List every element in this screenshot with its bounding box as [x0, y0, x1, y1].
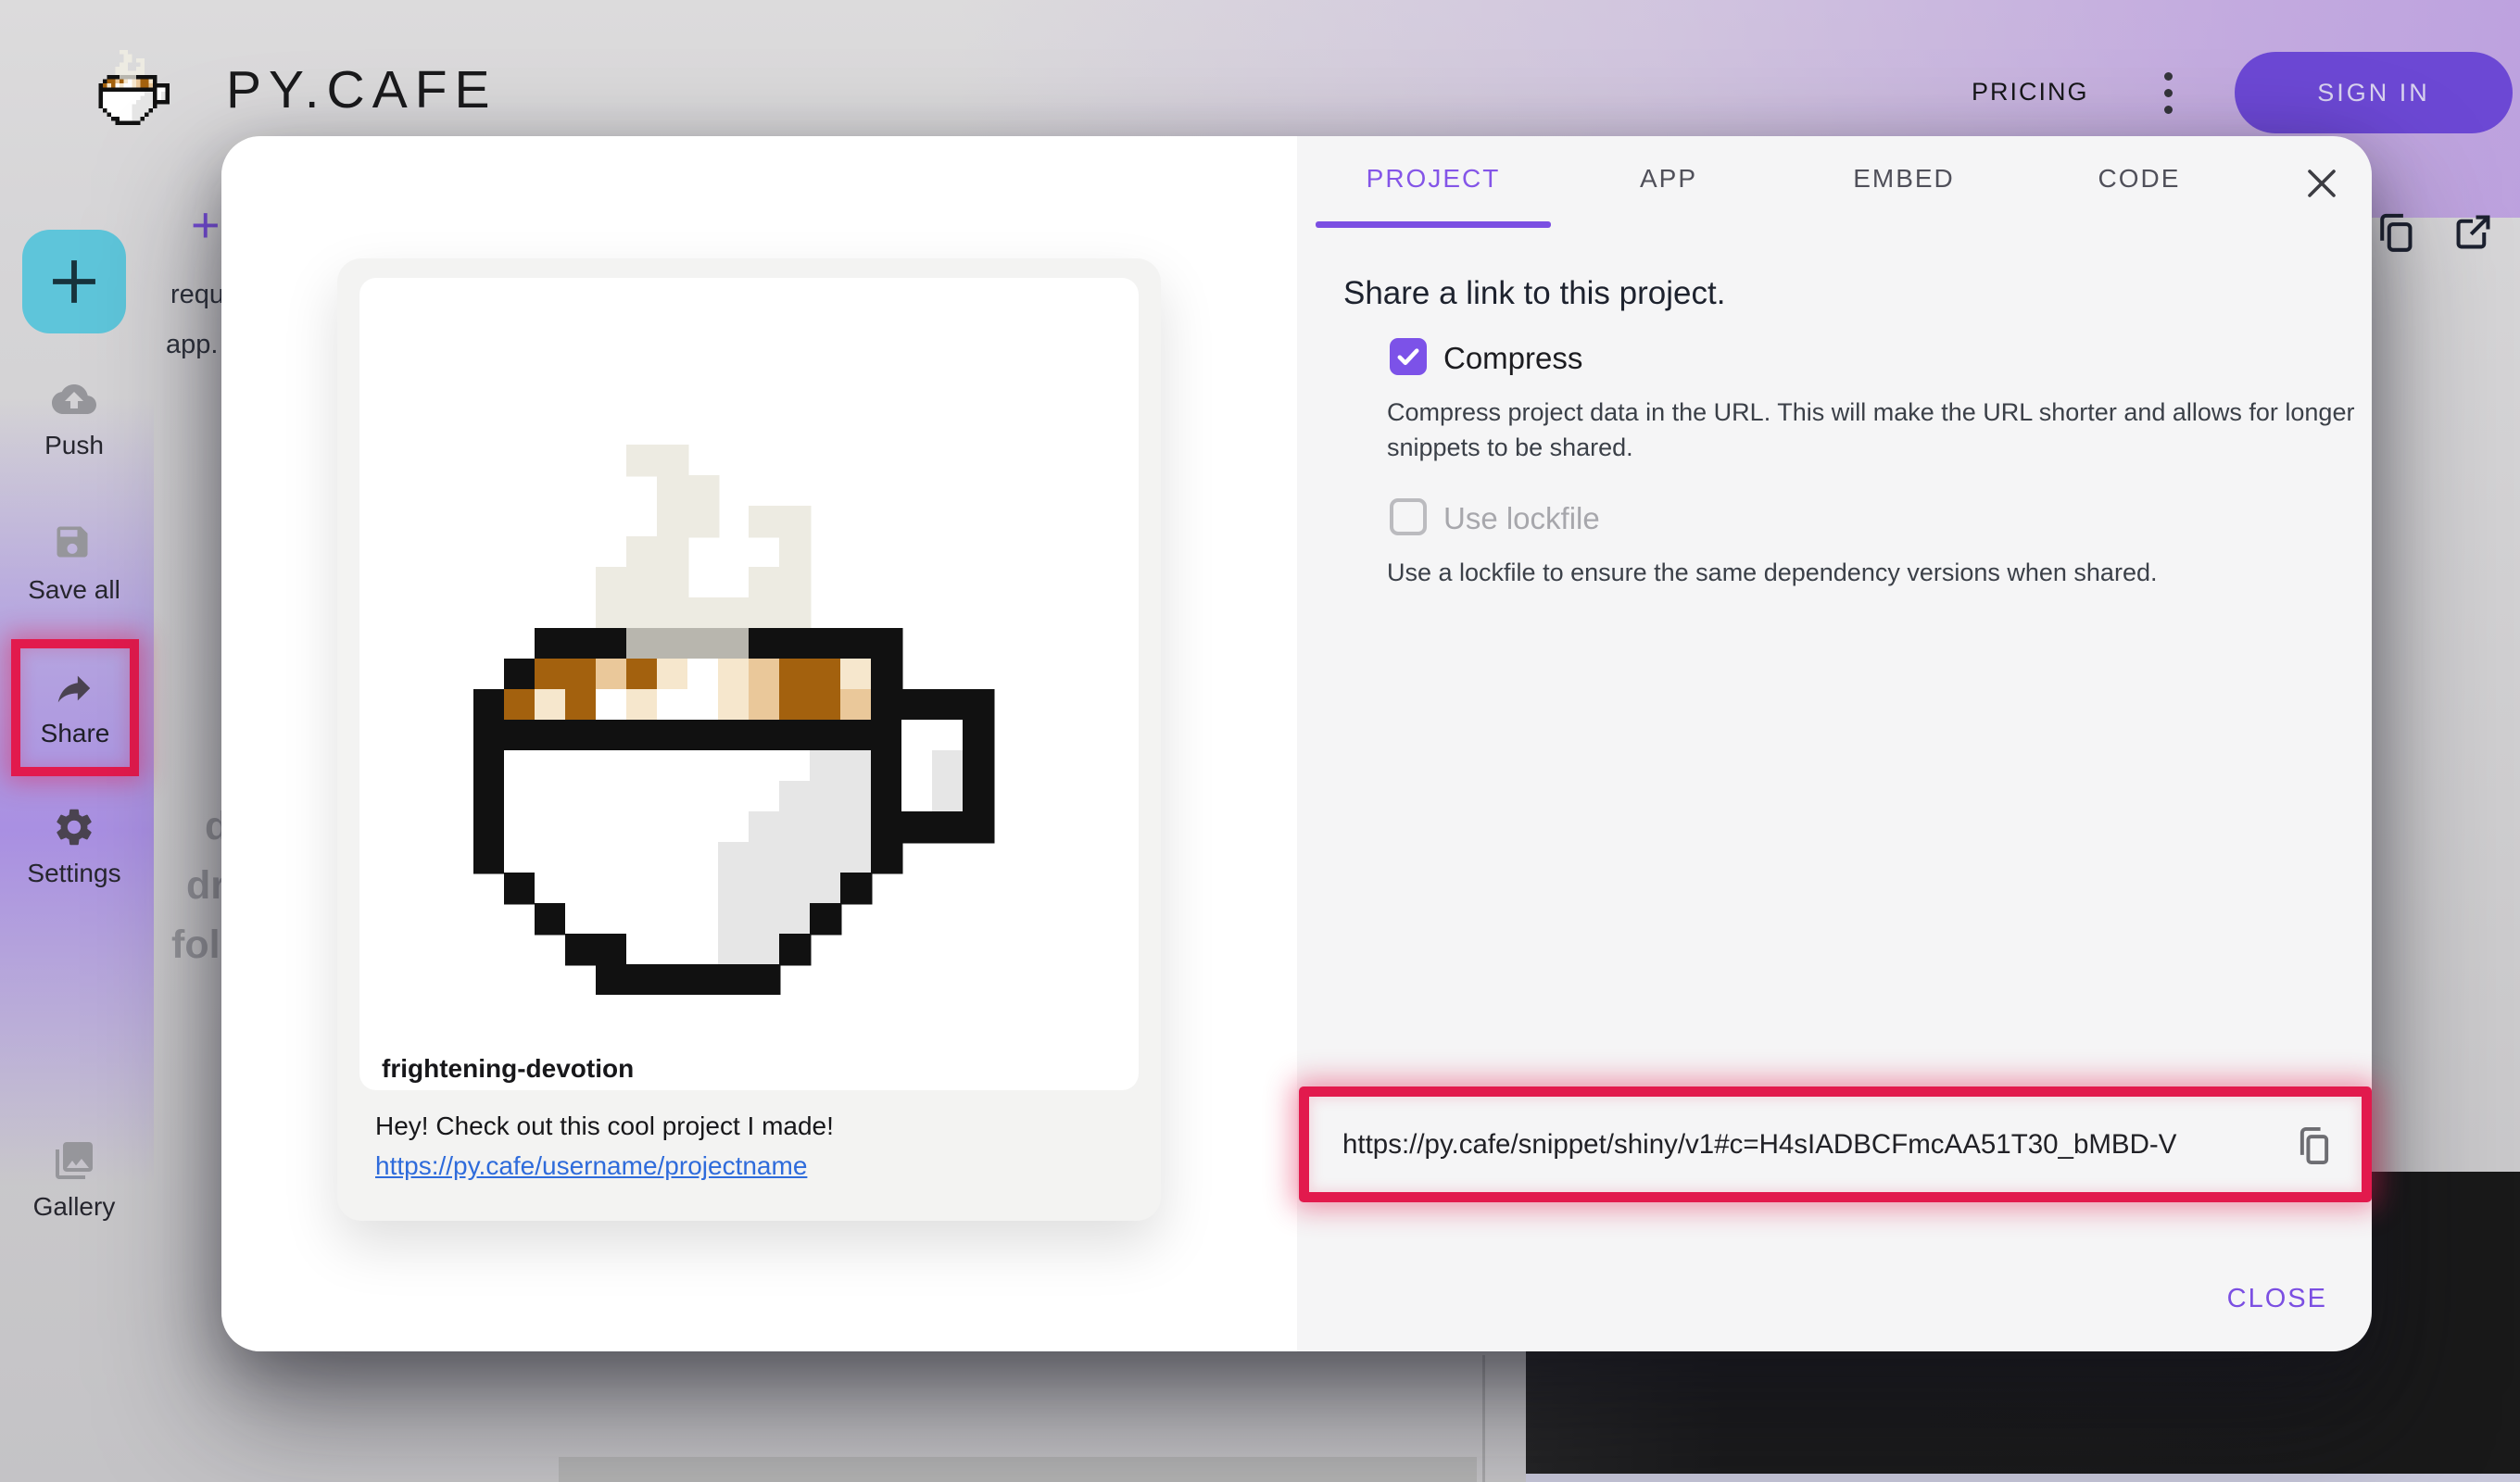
brand-title: PY.CAFE [226, 59, 498, 120]
share-url-text[interactable]: https://py.cafe/snippet/shiny/v1#c=H4sIA… [1342, 1129, 2274, 1161]
project-preview-card: frightening-devotion Hey! Check out this… [337, 258, 1161, 1221]
sidebar-item-settings[interactable]: Settings [0, 804, 148, 889]
file-tree-item-requirements[interactable]: requ [170, 280, 224, 310]
lockfile-checkbox[interactable] [1390, 498, 1427, 535]
sidebar-item-push[interactable]: Push [0, 376, 148, 461]
sidebar-label-push: Push [44, 431, 104, 460]
lockfile-label: Use lockfile [1443, 501, 1600, 536]
share-preview-panel: frightening-devotion Hey! Check out this… [221, 136, 1297, 1351]
close-button[interactable]: CLOSE [2222, 1283, 2333, 1315]
close-icon[interactable] [2294, 160, 2338, 205]
editor-bottom-bar [559, 1457, 1477, 1482]
new-project-button[interactable] [22, 230, 126, 333]
lockfile-description: Use a lockfile to ensure the same depend… [1387, 555, 2369, 590]
panel-divider-line [1482, 1355, 1485, 1482]
pycafe-app: + requ app. d dr fol PY.CAFE PRICING SIG… [0, 0, 2520, 1482]
share-dialog: frightening-devotion Hey! Check out this… [221, 136, 2372, 1351]
sidebar-label-gallery: Gallery [33, 1192, 116, 1222]
active-tab-indicator [1316, 221, 1551, 228]
share-arrow-icon [53, 667, 97, 711]
drop-hint-fragment-2: dr [186, 863, 226, 909]
file-tree-item-app[interactable]: app. [166, 330, 218, 360]
compress-description: Compress project data in the URL. This w… [1387, 395, 2369, 465]
sidebar-label-save-all: Save all [28, 575, 120, 605]
copy-url-icon[interactable] [2287, 1124, 2330, 1166]
project-link[interactable]: https://py.cafe/username/projectname [375, 1151, 807, 1181]
tab-embed[interactable]: EMBED [1786, 136, 2022, 221]
compress-description-line1: Compress project data in the URL. This w… [1387, 395, 2369, 430]
gear-icon [52, 805, 96, 849]
pricing-link[interactable]: PRICING [1966, 77, 2095, 107]
drop-hint-fragment-3: fol [171, 923, 220, 968]
sidebar-label-settings: Settings [27, 859, 120, 888]
sidebar-purple-glow [0, 398, 154, 1186]
sign-in-button[interactable]: SIGN IN [2235, 52, 2513, 133]
share-options-panel: PROJECT APP EMBED CODE Share a link to t… [1297, 136, 2372, 1351]
dialog-heading: Share a link to this project. [1343, 275, 1725, 312]
sidebar-item-share[interactable]: Share [11, 639, 139, 776]
share-message: Hey! Check out this cool project I made! [375, 1112, 834, 1141]
pycafe-logo[interactable] [94, 50, 178, 125]
tab-code[interactable]: CODE [2022, 136, 2257, 221]
save-icon [52, 521, 96, 566]
share-url-field[interactable]: https://py.cafe/snippet/shiny/v1#c=H4sIA… [1299, 1086, 2372, 1202]
plus-icon [44, 252, 104, 311]
project-thumbnail-area: frightening-devotion [359, 278, 1139, 1090]
more-menu-icon[interactable] [2151, 69, 2185, 117]
gallery-icon [52, 1138, 96, 1183]
sidebar-item-gallery[interactable]: Gallery [0, 1137, 148, 1223]
copy-icon[interactable] [2374, 210, 2417, 254]
open-in-new-icon[interactable] [2451, 210, 2495, 254]
share-tabs: PROJECT APP EMBED CODE [1316, 136, 2257, 228]
sidebar-label-share: Share [41, 719, 110, 748]
project-thumbnail-pixel-art [443, 445, 1054, 995]
tab-project[interactable]: PROJECT [1316, 136, 1551, 221]
compress-checkbox[interactable] [1390, 338, 1427, 375]
compress-description-line2: snippets to be shared. [1387, 430, 2369, 465]
sidebar-item-save-all[interactable]: Save all [0, 521, 148, 606]
tab-app[interactable]: APP [1551, 136, 1786, 221]
check-icon [1392, 341, 1424, 372]
compress-label[interactable]: Compress [1443, 341, 1582, 376]
project-name: frightening-devotion [382, 1054, 634, 1084]
add-file-icon[interactable]: + [191, 196, 220, 254]
preview-bottom-strip [1526, 1474, 2520, 1482]
cloud-upload-icon [52, 377, 96, 421]
